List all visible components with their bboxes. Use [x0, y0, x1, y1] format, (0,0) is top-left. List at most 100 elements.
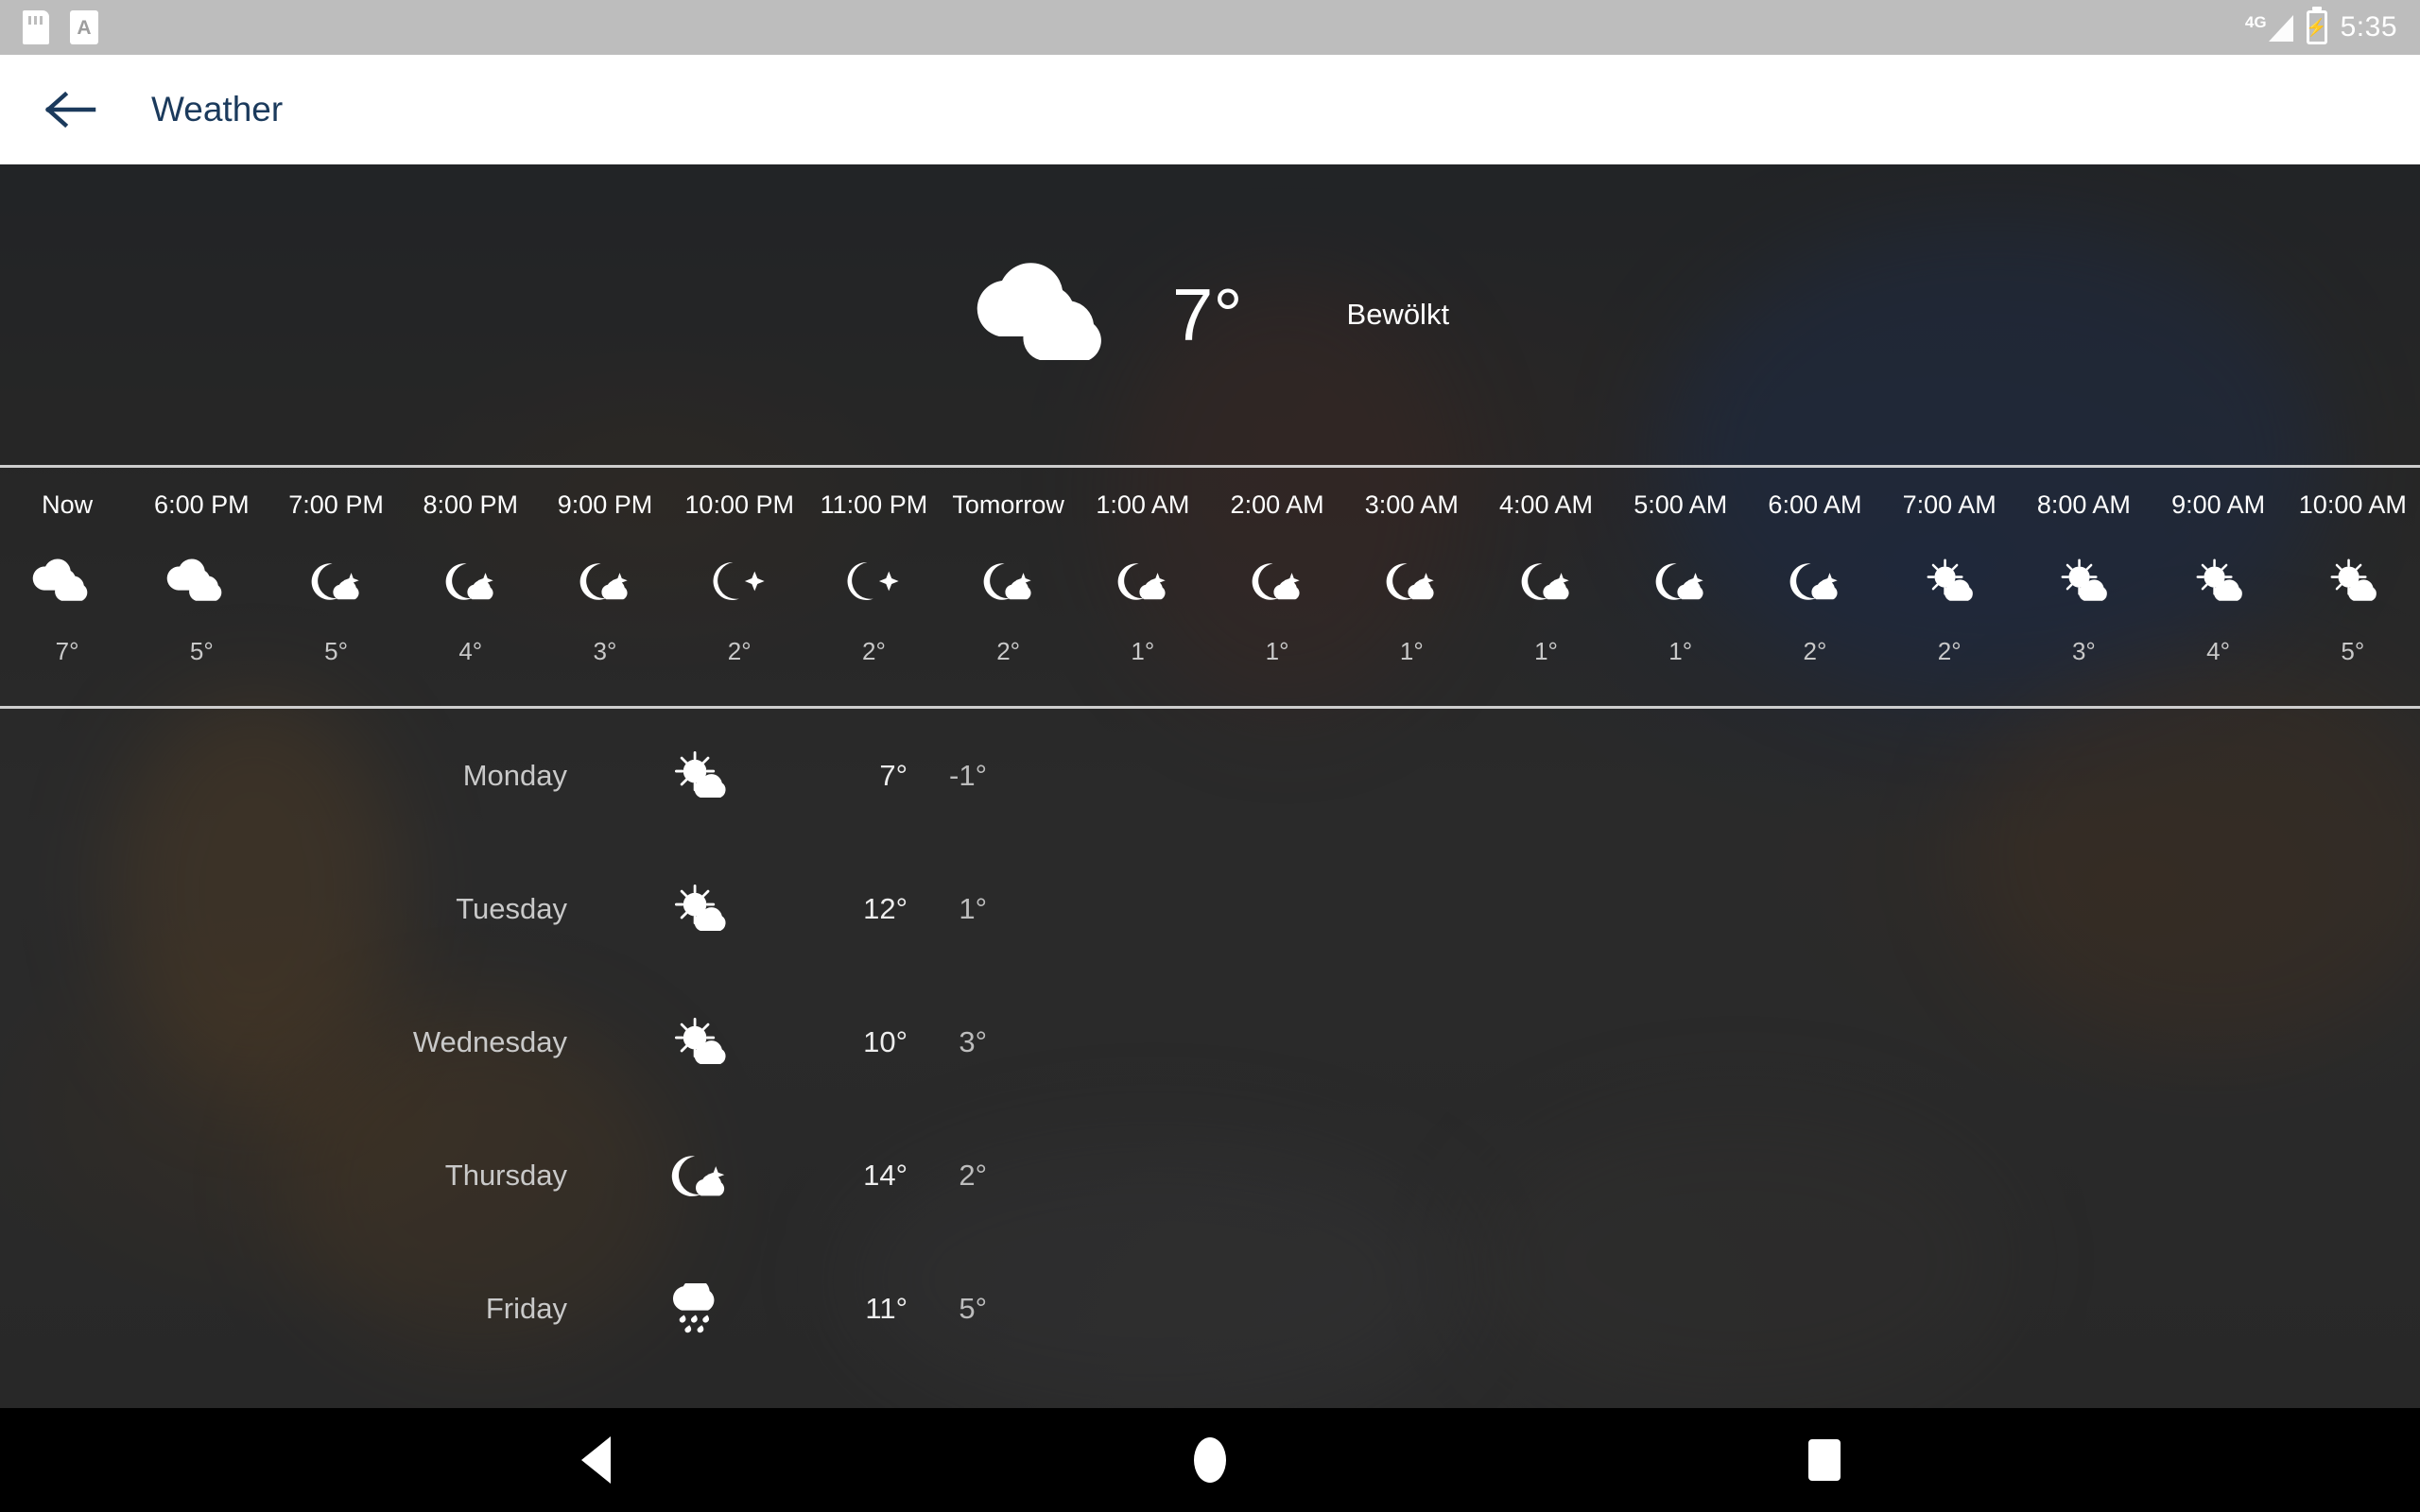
night-cloud-icon: [1242, 541, 1312, 622]
cloudy-icon: [32, 541, 102, 622]
day-low-temperature: 3°: [959, 1024, 987, 1058]
daily-forecast-row[interactable]: Friday 11° 5°: [0, 1242, 2420, 1375]
hourly-temperature: 2°: [996, 637, 1021, 665]
night-cloud-icon: [974, 541, 1044, 622]
hourly-cell[interactable]: 7:00 AM 2°: [1882, 468, 2016, 706]
day-low-temperature: -1°: [949, 758, 987, 792]
daily-forecast-row[interactable]: Thursday 14° 2°: [0, 1108, 2420, 1242]
nav-home-button[interactable]: [1115, 1408, 1305, 1512]
hourly-temperature: 2°: [727, 637, 752, 665]
hourly-time-label: 9:00 AM: [2171, 490, 2266, 519]
day-name-label: Monday: [462, 758, 567, 792]
back-button[interactable]: [38, 77, 104, 143]
hourly-time-label: 1:00 AM: [1096, 490, 1190, 519]
hourly-time-label: 7:00 PM: [288, 490, 384, 519]
hourly-temperature: 5°: [324, 637, 348, 665]
night-cloud-icon: [1108, 541, 1178, 622]
hourly-cell[interactable]: 8:00 PM 4°: [404, 468, 538, 706]
hourly-temperature: 3°: [2071, 637, 2096, 665]
hourly-cell[interactable]: 1:00 AM 1°: [1076, 468, 1210, 706]
day-temperature-range: 7° -1°: [832, 759, 987, 793]
daily-forecast-row[interactable]: Wednesday 10° 3°: [0, 975, 2420, 1108]
day-name-label: Wednesday: [412, 1024, 567, 1058]
current-temperature: 7°: [1171, 273, 1243, 356]
day-low-temperature: 2°: [959, 1158, 987, 1192]
hourly-time-label: 8:00 PM: [423, 490, 519, 519]
hourly-time-label: 3:00 AM: [1364, 490, 1459, 519]
night-cloud-icon: [1780, 541, 1850, 622]
day-high-temperature: 14°: [863, 1158, 908, 1192]
battery-bolt-glyph: ⚡: [2306, 18, 2327, 37]
hourly-cell[interactable]: 3:00 AM 1°: [1344, 468, 1478, 706]
hourly-cell[interactable]: 6:00 AM 2°: [1748, 468, 1882, 706]
hourly-temperature: 5°: [189, 637, 214, 665]
sun-cloud-icon: [2048, 541, 2118, 622]
battery-charging-icon: ⚡: [2306, 10, 2327, 44]
current-conditions: 7° Bewölkt: [0, 164, 2420, 465]
hourly-cell[interactable]: 11:00 PM 2°: [806, 468, 941, 706]
home-circle-icon: [1194, 1437, 1226, 1483]
hourly-time-label: 5:00 AM: [1634, 490, 1728, 519]
status-bar-clock: 5:35: [2340, 11, 2397, 43]
status-bar-system: 4G ⚡ 5:35: [2245, 10, 2420, 44]
day-name-label: Friday: [485, 1291, 567, 1325]
hourly-cell[interactable]: 9:00 AM 4°: [2152, 468, 2286, 706]
current-condition-label: Bewölkt: [1346, 298, 1450, 331]
hourly-temperature: 2°: [1937, 637, 1962, 665]
hourly-cell[interactable]: 6:00 PM 5°: [134, 468, 268, 706]
hourly-time-label: Now: [42, 490, 94, 519]
sun-cloud-icon: [2318, 541, 2388, 622]
hourly-temperature: 5°: [2341, 637, 2365, 665]
hourly-time-label: 7:00 AM: [1902, 490, 1996, 519]
hourly-time-label: 9:00 PM: [557, 490, 653, 519]
hourly-forecast-strip[interactable]: Now 7° 6:00 PM 5° 7:00 PM 5° 8:00 PM 4° 9:00 PM 3…: [0, 465, 2420, 709]
nav-recents-button[interactable]: [1730, 1408, 1919, 1512]
hourly-cell[interactable]: Tomorrow 2°: [942, 468, 1076, 706]
sun-cloud-icon: [567, 1017, 832, 1068]
hourly-temperature: 2°: [861, 637, 886, 665]
a-document-icon: A: [70, 10, 98, 44]
hourly-cell[interactable]: Now 7°: [0, 468, 134, 706]
hourly-time-label: 6:00 AM: [1768, 490, 1862, 519]
day-high-temperature: 11°: [865, 1291, 908, 1325]
weather-app-screen: A 4G ⚡ 5:35 Weather 7° Bewölkt Now 7° 6:…: [0, 0, 2420, 1512]
night-clear-icon: [838, 541, 908, 622]
hourly-temperature: 1°: [1668, 637, 1693, 665]
day-low-temperature: 1°: [959, 891, 987, 925]
hourly-temperature: 7°: [55, 637, 79, 665]
night-cloud-icon: [302, 541, 372, 622]
cloudy-icon: [971, 263, 1136, 367]
hourly-cell[interactable]: 4:00 AM 1°: [1478, 468, 1613, 706]
hourly-cell[interactable]: 10:00 AM 5°: [2286, 468, 2420, 706]
sd-card-icon: [23, 10, 49, 44]
sun-cloud-icon: [1914, 541, 1984, 622]
hourly-cell[interactable]: 10:00 PM 2°: [672, 468, 806, 706]
hourly-time-label: 10:00 PM: [684, 490, 794, 519]
hourly-cell[interactable]: 7:00 PM 5°: [268, 468, 403, 706]
hourly-temperature: 1°: [1534, 637, 1558, 665]
status-bar-notifications: A: [0, 10, 98, 44]
day-temperature-range: 12° 1°: [832, 892, 987, 926]
night-clear-icon: [704, 541, 774, 622]
hourly-cell[interactable]: 2:00 AM 1°: [1210, 468, 1344, 706]
recents-square-icon: [1808, 1439, 1841, 1481]
page-title: Weather: [151, 90, 284, 129]
status-bar: A 4G ⚡ 5:35: [0, 0, 2420, 55]
hourly-cell[interactable]: 5:00 AM 1°: [1614, 468, 1748, 706]
hourly-time-label: 8:00 AM: [2036, 490, 2131, 519]
day-name-label: Tuesday: [456, 891, 567, 925]
daily-forecast-row[interactable]: Monday 7° -1°: [0, 709, 2420, 842]
hourly-cell[interactable]: 8:00 AM 3°: [2016, 468, 2151, 706]
hourly-cell[interactable]: 9:00 PM 3°: [538, 468, 672, 706]
hourly-temperature: 4°: [2206, 637, 2231, 665]
sun-cloud-icon: [2184, 541, 2254, 622]
day-high-temperature: 10°: [863, 1024, 908, 1058]
daily-forecast-row[interactable]: Tuesday 12° 1°: [0, 842, 2420, 975]
night-cloud-icon: [570, 541, 640, 622]
day-temperature-range: 11° 5°: [832, 1292, 987, 1326]
network-type-label: 4G: [2244, 12, 2267, 31]
hourly-temperature: 3°: [593, 637, 617, 665]
hourly-temperature: 1°: [1131, 637, 1155, 665]
day-high-temperature: 12°: [863, 891, 908, 925]
nav-back-button[interactable]: [501, 1408, 690, 1512]
